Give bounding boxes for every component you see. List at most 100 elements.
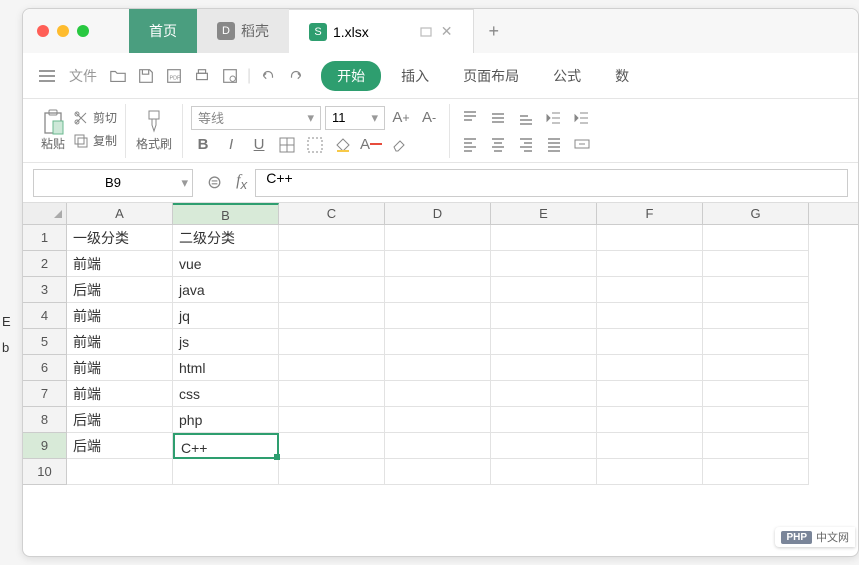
- decrease-font-icon[interactable]: A-: [417, 107, 441, 129]
- cell[interactable]: [385, 277, 491, 303]
- align-bottom-icon[interactable]: [514, 107, 538, 129]
- row-header[interactable]: 10: [23, 459, 67, 485]
- cell[interactable]: [279, 303, 385, 329]
- close-tab-icon[interactable]: ✕: [441, 23, 453, 40]
- copy-button[interactable]: 复制: [73, 132, 117, 149]
- close-window-icon[interactable]: [37, 25, 49, 37]
- save-icon[interactable]: [135, 65, 157, 87]
- new-tab-button[interactable]: +: [489, 21, 500, 42]
- cell[interactable]: [597, 355, 703, 381]
- cell[interactable]: 后端: [67, 277, 173, 303]
- cell[interactable]: [491, 433, 597, 459]
- indent-decrease-icon[interactable]: [542, 107, 566, 129]
- cut-button[interactable]: 剪切: [73, 109, 117, 126]
- cell[interactable]: [491, 355, 597, 381]
- cell[interactable]: [597, 303, 703, 329]
- formula-input[interactable]: C++: [255, 169, 848, 197]
- cell[interactable]: [703, 459, 809, 485]
- zoom-extent-icon[interactable]: ⊜: [207, 172, 222, 193]
- row-header[interactable]: 3: [23, 277, 67, 303]
- paste-icon[interactable]: [42, 109, 64, 135]
- cell[interactable]: [703, 329, 809, 355]
- cell[interactable]: [279, 329, 385, 355]
- cell[interactable]: [703, 407, 809, 433]
- cell[interactable]: [385, 225, 491, 251]
- cell[interactable]: [279, 381, 385, 407]
- cell[interactable]: 二级分类: [173, 225, 279, 251]
- cell-style-button[interactable]: [303, 134, 327, 156]
- row-header[interactable]: 4: [23, 303, 67, 329]
- cell[interactable]: [703, 225, 809, 251]
- select-all-corner[interactable]: [23, 203, 67, 224]
- maximize-window-icon[interactable]: [77, 25, 89, 37]
- cell[interactable]: [279, 225, 385, 251]
- cell[interactable]: 前端: [67, 251, 173, 277]
- cell[interactable]: [597, 251, 703, 277]
- cell[interactable]: [703, 303, 809, 329]
- cell[interactable]: 后端: [67, 407, 173, 433]
- align-left-icon[interactable]: [458, 133, 482, 155]
- cell[interactable]: java: [173, 277, 279, 303]
- cell[interactable]: 前端: [67, 355, 173, 381]
- menu-insert[interactable]: 插入: [387, 66, 443, 86]
- hamburger-icon[interactable]: [35, 66, 59, 86]
- cell[interactable]: [491, 251, 597, 277]
- cell[interactable]: vue: [173, 251, 279, 277]
- row-header[interactable]: 8: [23, 407, 67, 433]
- eraser-button[interactable]: [387, 134, 411, 156]
- italic-button[interactable]: I: [219, 134, 243, 156]
- increase-font-icon[interactable]: A+: [389, 107, 413, 129]
- cell[interactable]: [385, 329, 491, 355]
- menu-formula[interactable]: 公式: [539, 66, 595, 86]
- align-top-icon[interactable]: [458, 107, 482, 129]
- col-header-E[interactable]: E: [491, 203, 597, 224]
- row-header[interactable]: 7: [23, 381, 67, 407]
- cell[interactable]: [385, 459, 491, 485]
- cell[interactable]: [385, 303, 491, 329]
- minimize-window-icon[interactable]: [57, 25, 69, 37]
- bold-button[interactable]: B: [191, 134, 215, 156]
- cell[interactable]: [279, 277, 385, 303]
- font-color-button[interactable]: A: [359, 134, 383, 156]
- col-header-F[interactable]: F: [597, 203, 703, 224]
- cell[interactable]: [279, 459, 385, 485]
- name-box[interactable]: B9 ▾: [33, 169, 193, 197]
- cell[interactable]: [491, 407, 597, 433]
- preview-icon[interactable]: [219, 65, 241, 87]
- cell[interactable]: C++: [173, 433, 279, 459]
- pdf-icon[interactable]: PDF: [163, 65, 185, 87]
- align-center-icon[interactable]: [486, 133, 510, 155]
- cell[interactable]: 前端: [67, 303, 173, 329]
- menu-start[interactable]: 开始: [321, 61, 381, 91]
- align-right-icon[interactable]: [514, 133, 538, 155]
- cell[interactable]: [385, 407, 491, 433]
- fx-icon[interactable]: fx: [236, 172, 247, 192]
- redo-icon[interactable]: [285, 65, 307, 87]
- cell[interactable]: 前端: [67, 329, 173, 355]
- cell[interactable]: [279, 433, 385, 459]
- col-header-C[interactable]: C: [279, 203, 385, 224]
- undo-icon[interactable]: [257, 65, 279, 87]
- cell[interactable]: [491, 225, 597, 251]
- cell[interactable]: js: [173, 329, 279, 355]
- border-button[interactable]: [275, 134, 299, 156]
- cell[interactable]: [67, 459, 173, 485]
- font-size-select[interactable]: 11▾: [325, 106, 385, 130]
- cell[interactable]: 一级分类: [67, 225, 173, 251]
- cell[interactable]: 后端: [67, 433, 173, 459]
- cell[interactable]: [703, 251, 809, 277]
- cell[interactable]: 前端: [67, 381, 173, 407]
- row-header[interactable]: 6: [23, 355, 67, 381]
- open-icon[interactable]: [107, 65, 129, 87]
- align-middle-icon[interactable]: [486, 107, 510, 129]
- cell[interactable]: [703, 355, 809, 381]
- merge-icon[interactable]: [570, 133, 594, 155]
- cell[interactable]: [385, 381, 491, 407]
- underline-button[interactable]: U: [247, 134, 271, 156]
- cell[interactable]: [491, 303, 597, 329]
- cell[interactable]: [279, 355, 385, 381]
- cell[interactable]: [279, 407, 385, 433]
- cell[interactable]: [597, 329, 703, 355]
- cell[interactable]: [385, 355, 491, 381]
- menu-file[interactable]: 文件: [65, 62, 101, 90]
